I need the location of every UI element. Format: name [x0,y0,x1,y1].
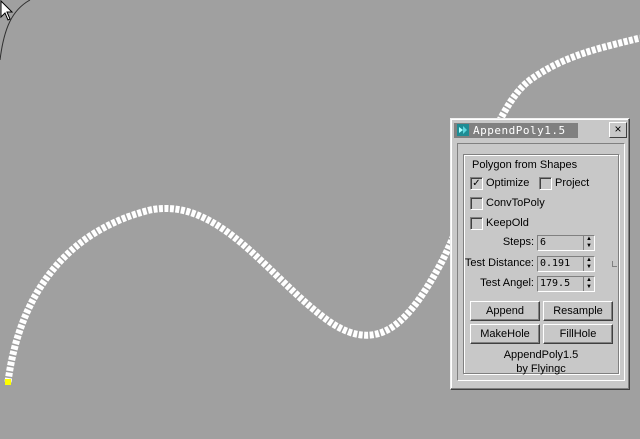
test-angle-label: Test Angel: [480,277,534,289]
steps-label: Steps: [502,236,534,248]
checkmark-icon: ✓ [472,178,481,189]
test-angle-value[interactable]: 179.5 [540,277,570,291]
fillhole-button[interactable]: FillHole [543,324,613,344]
dialog-title: AppendPoly1.5 [473,124,566,137]
group-label: Polygon from Shapes [470,159,580,171]
appendpoly-dialog: AppendPoly1.5 × Polygon from Shapes ✓ Op… [450,118,630,390]
optimize-label: Optimize [486,177,530,189]
spline-first-vertex [5,379,11,385]
polygon-from-shapes-group: Polygon from Shapes ✓ Optimize Project C… [463,154,619,375]
steps-value[interactable]: 6 [540,236,546,250]
spinner-arrows-icon[interactable]: ▲ ▼ [583,257,594,271]
spinner-arrows-icon[interactable]: ▲ ▼ [583,236,594,250]
rollout-panel: Polygon from Shapes ✓ Optimize Project C… [457,143,625,381]
project-label: Project [555,177,590,189]
convtopoly-checkbox[interactable] [470,197,483,210]
spinner-arrows-icon[interactable]: ▲ ▼ [583,277,594,291]
test-angle-spinner[interactable]: 179.5 ▲ ▼ [537,276,595,292]
close-button[interactable]: × [609,122,627,138]
convtopoly-label: ConvToPoly [486,197,545,209]
test-distance-spinner[interactable]: 0.191 ▲ ▼ [537,256,595,272]
test-distance-value[interactable]: 0.191 [540,257,570,271]
project-checkbox[interactable] [539,177,552,190]
keepold-label: KeepOld [486,217,529,229]
title-strip: AppendPoly1.5 [454,123,578,138]
makehole-button[interactable]: MakeHole [470,324,540,344]
footer-version: AppendPoly1.5 [503,349,579,361]
resize-tick [612,261,617,267]
maxscript-icon [457,124,469,136]
footer-author: by Flyingc [516,363,566,375]
append-button[interactable]: Append [470,301,540,321]
steps-spinner[interactable]: 6 ▲ ▼ [537,235,595,251]
optimize-checkbox[interactable]: ✓ [470,177,483,190]
mouse-cursor-icon [0,0,14,21]
dialog-titlebar[interactable]: AppendPoly1.5 × [454,122,627,140]
close-icon: × [614,122,622,136]
keepold-checkbox[interactable] [470,217,483,230]
resample-button[interactable]: Resample [543,301,613,321]
test-distance-label: Test Distance: [464,257,534,269]
